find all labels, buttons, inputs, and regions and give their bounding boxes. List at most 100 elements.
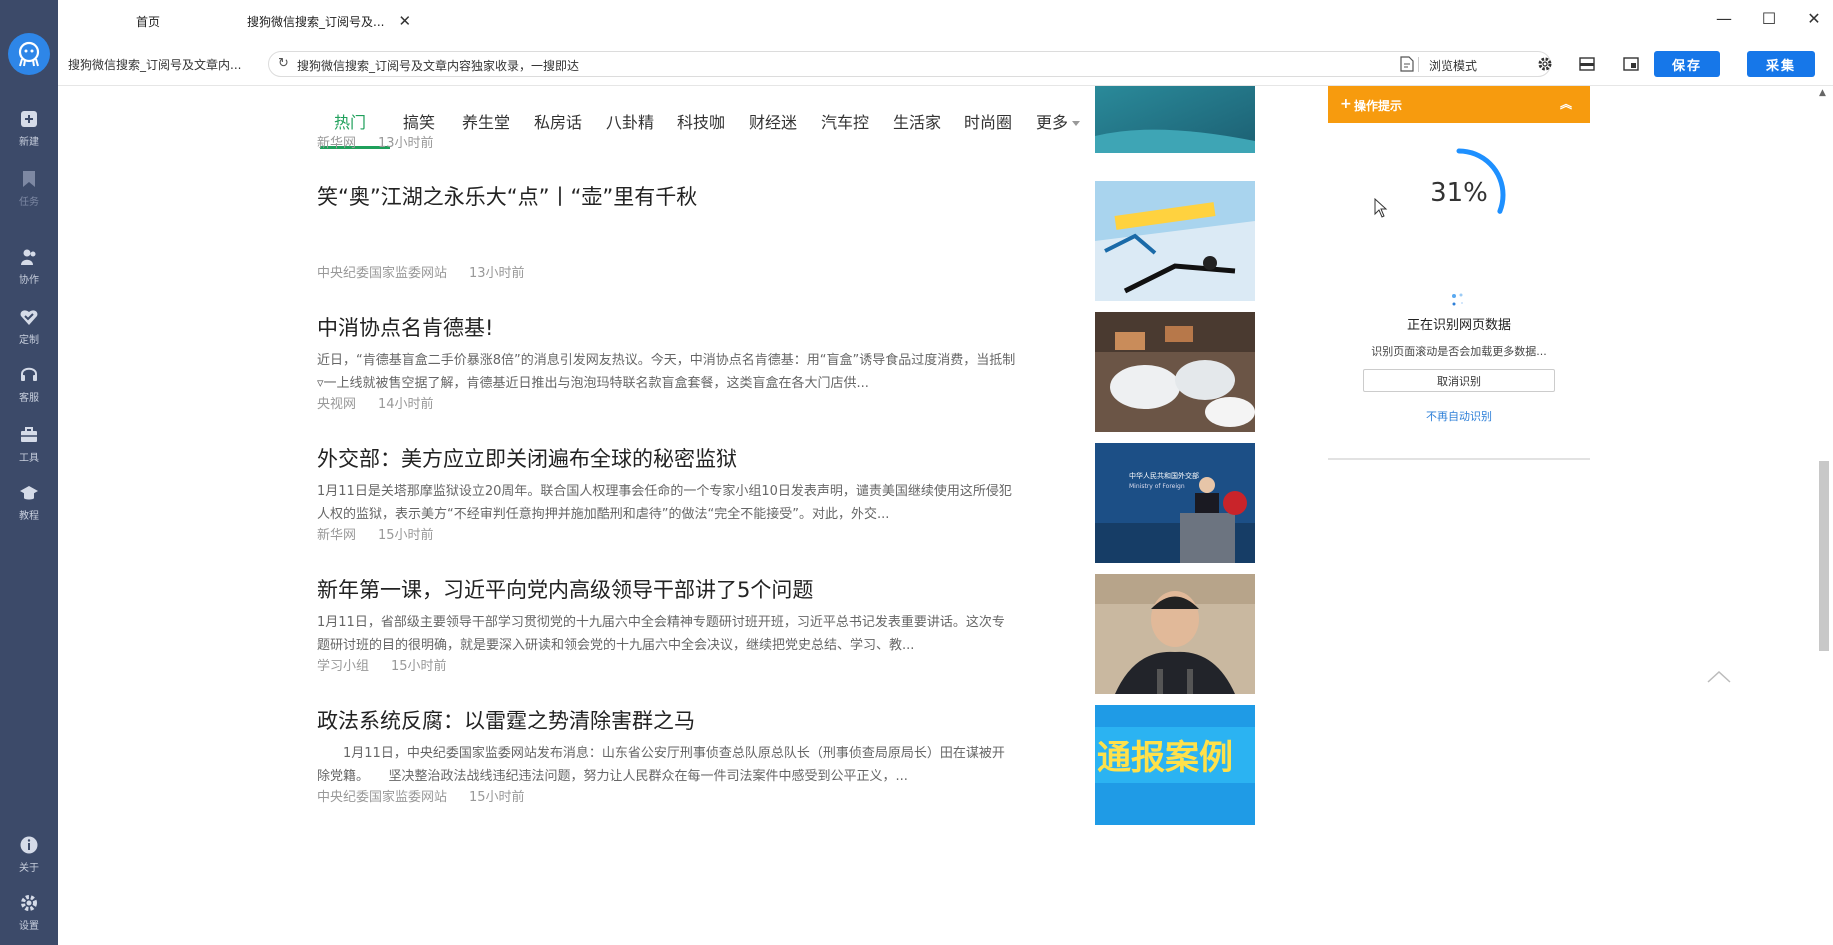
loading-spinner-icon [1450, 292, 1466, 308]
sidebar-item-custom[interactable]: 定制 [0, 306, 58, 356]
panel-header[interactable]: + 操作提示 ︽ [1328, 86, 1590, 123]
news-title[interactable]: 政法系统反腐：以雷霆之势清除害群之马 [317, 705, 695, 735]
url-text: 搜狗微信搜索_订阅号及文章内容独家收录，一搜即达 [297, 59, 580, 73]
news-meta: 中央纪委国家监委网站 13小时前 [317, 262, 525, 281]
sidebar-item-new[interactable]: 新建 [0, 108, 58, 158]
news-item[interactable]: 新华网 13小时前 [317, 86, 1272, 156]
news-item[interactable]: 笑“奥”江湖之永乐大“点”丨“壶”里有千秋 中央纪委国家监委网站 13小时前 [317, 181, 1272, 301]
news-source: 新华网 [317, 528, 357, 543]
news-time: 14小时前 [378, 397, 434, 412]
news-thumbnail[interactable]: 中华人民共和国外交部 Ministry of Foreign [1095, 443, 1255, 563]
sidebar-item-label: 工具 [19, 453, 39, 464]
app-window: 新建 任务 协作 定制 客服 工具 教程 关于 设置 首页 搜狗微信搜索_订阅号… [0, 0, 1833, 945]
operation-tip-panel: + 操作提示 ︽ 31% 正在识别网页数据 识别页面滚动是否会加载更多数据...… [1328, 86, 1590, 460]
sidebar-item-label: 定制 [19, 335, 39, 346]
plus-icon: + [1340, 96, 1352, 112]
news-time: 15小时前 [469, 790, 525, 805]
tab-sogou-weixin[interactable]: 搜狗微信搜索_订阅号及... ✕ [247, 10, 411, 32]
sidebar-item-label: 协作 [19, 275, 39, 286]
settings-icon[interactable] [1535, 54, 1555, 74]
tab-label: 搜狗微信搜索_订阅号及... [247, 14, 385, 29]
news-source: 中央纪委国家监委网站 [317, 266, 448, 281]
refresh-icon[interactable]: ↻ [278, 56, 289, 71]
mouse-cursor-icon [1374, 197, 1388, 218]
document-icon[interactable] [1400, 56, 1414, 72]
disable-auto-recognition-link[interactable]: 不再自动识别 [1328, 408, 1590, 424]
news-source: 中央纪委国家监委网站 [317, 790, 448, 805]
news-summary: 1月11日，中央纪委国家监委网站发布消息：山东省公安厅刑事侦查总队原总队长（刑事… [317, 746, 1005, 784]
chevron-double-up-icon[interactable]: ︽ [1560, 95, 1572, 112]
news-thumbnail[interactable]: 通报案例 [1095, 705, 1255, 825]
news-summary: 1月11日是关塔那摩监狱设立20周年。联合国人权理事会任命的一个专家小组10日发… [317, 484, 1012, 522]
divider [1418, 57, 1419, 72]
panel-layout-icon[interactable] [1577, 54, 1597, 74]
sidebar-item-label: 教程 [19, 511, 39, 522]
sidebar-item-about[interactable]: 关于 [0, 834, 58, 884]
sidebar-item-tools[interactable]: 工具 [0, 424, 58, 474]
sidebar-item-tutorial[interactable]: 教程 [0, 482, 58, 532]
news-item[interactable]: 政法系统反腐：以雷霆之势清除害群之马 1月11日，中央纪委国家监委网站发布消息：… [317, 705, 1272, 825]
news-time: 15小时前 [378, 528, 434, 543]
sidebar-item-label: 新建 [19, 137, 39, 148]
bookmark-icon [18, 168, 40, 190]
web-content: 热门 搞笑 养生堂 私房话 八卦精 科技咖 财经迷 汽车控 生活家 时尚圈 更多… [58, 86, 1833, 945]
news-thumbnail[interactable] [1095, 574, 1255, 694]
close-icon[interactable]: ✕ [398, 12, 411, 30]
news-thumbnail[interactable] [1095, 312, 1255, 432]
sidebar-item-label: 关于 [19, 863, 39, 874]
news-item[interactable]: 外交部：美方应立即关闭遍布全球的秘密监狱 1月11日是关塔那摩监狱设立20周年。… [317, 443, 1272, 563]
maximize-button[interactable]: ☐ [1757, 6, 1781, 30]
news-title[interactable]: 外交部：美方应立即关闭遍布全球的秘密监狱 [317, 443, 737, 473]
news-summary: 1月11日，省部级主要领导干部学习贯彻党的十九届六中全会精神专题研讨班开班，习近… [317, 615, 1005, 653]
sidebar-item-support[interactable]: 客服 [0, 364, 58, 414]
news-thumbnail[interactable] [1095, 181, 1255, 301]
podium-text-en: Ministry of Foreign [1129, 483, 1185, 490]
news-item[interactable]: 新年第一课，习近平向党内高级领导干部讲了5个问题 1月11日，省部级主要领导干部… [317, 574, 1272, 694]
sidebar-item-label: 任务 [19, 197, 39, 208]
news-meta: 学习小组 15小时前 [317, 655, 447, 674]
current-page-title: 搜狗微信搜索_订阅号及文章内... [68, 58, 242, 72]
back-to-top-icon[interactable] [1706, 668, 1732, 686]
status-text: 正在识别网页数据 [1406, 318, 1511, 333]
app-logo[interactable] [8, 33, 50, 75]
news-title[interactable]: 新年第一课，习近平向党内高级领导干部讲了5个问题 [317, 574, 813, 604]
sidebar-item-task[interactable]: 任务 [0, 168, 58, 218]
news-meta: 新华网 15小时前 [317, 524, 434, 543]
status-subtext: 识别页面滚动是否会加载更多数据... [1371, 345, 1547, 358]
scrollbar-thumb[interactable] [1819, 461, 1829, 651]
news-time: 13小时前 [378, 136, 434, 151]
address-bar: 搜狗微信搜索_订阅号及文章内... ↻ 搜狗微信搜索_订阅号及文章内容独家收录，… [58, 42, 1833, 86]
news-title[interactable]: 笑“奥”江湖之永乐大“点”丨“壶”里有千秋 [317, 181, 697, 211]
collect-button[interactable]: 采集 [1747, 51, 1815, 77]
plus-square-icon [18, 108, 40, 130]
news-item[interactable]: 中消协点名肯德基! 近日，“肯德基盲盒二手价暴涨8倍”的消息引发网友热议。今天，… [317, 312, 1272, 432]
minimize-button[interactable]: — [1712, 6, 1736, 30]
news-thumbnail[interactable] [1095, 86, 1255, 153]
progress-ring: 31% [1404, 140, 1514, 250]
sidebar-item-collab[interactable]: 协作 [0, 246, 58, 296]
cancel-recognition-button[interactable]: 取消识别 [1363, 369, 1555, 392]
tab-home[interactable]: 首页 [136, 10, 160, 32]
title-bar: 首页 搜狗微信搜索_订阅号及... ✕ — ☐ ✕ [58, 0, 1833, 42]
progress-value: 31% [1430, 178, 1488, 208]
window-layout-icon[interactable] [1621, 54, 1641, 74]
news-source: 新华网 [317, 136, 357, 151]
sidebar-item-settings[interactable]: 设置 [0, 892, 58, 942]
people-icon [18, 246, 40, 268]
graduation-cap-icon [18, 482, 40, 504]
url-input[interactable]: ↻ 搜狗微信搜索_订阅号及文章内容独家收录，一搜即达 浏览模式 [268, 51, 1551, 77]
save-button[interactable]: 保存 [1654, 51, 1720, 77]
scroll-up-arrow-icon[interactable]: ▲ [1819, 88, 1826, 98]
window-close-button[interactable]: ✕ [1802, 6, 1826, 30]
banner-text: 通报案例 [1097, 738, 1233, 778]
news-meta: 新华网 13小时前 [317, 132, 434, 151]
left-sidebar: 新建 任务 协作 定制 客服 工具 教程 关于 设置 [0, 0, 58, 945]
news-title[interactable]: 中消协点名肯德基! [317, 312, 493, 342]
news-source: 学习小组 [317, 659, 370, 674]
news-time: 15小时前 [391, 659, 447, 674]
news-summary: 近日，“肯德基盲盒二手价暴涨8倍”的消息引发网友热议。今天，中消协点名肯德基：用… [317, 353, 1016, 391]
browse-mode-toggle[interactable]: 浏览模式 [1429, 57, 1477, 74]
panel-title: 操作提示 [1354, 99, 1403, 113]
news-source: 央视网 [317, 397, 357, 412]
heart-check-icon [18, 306, 40, 328]
